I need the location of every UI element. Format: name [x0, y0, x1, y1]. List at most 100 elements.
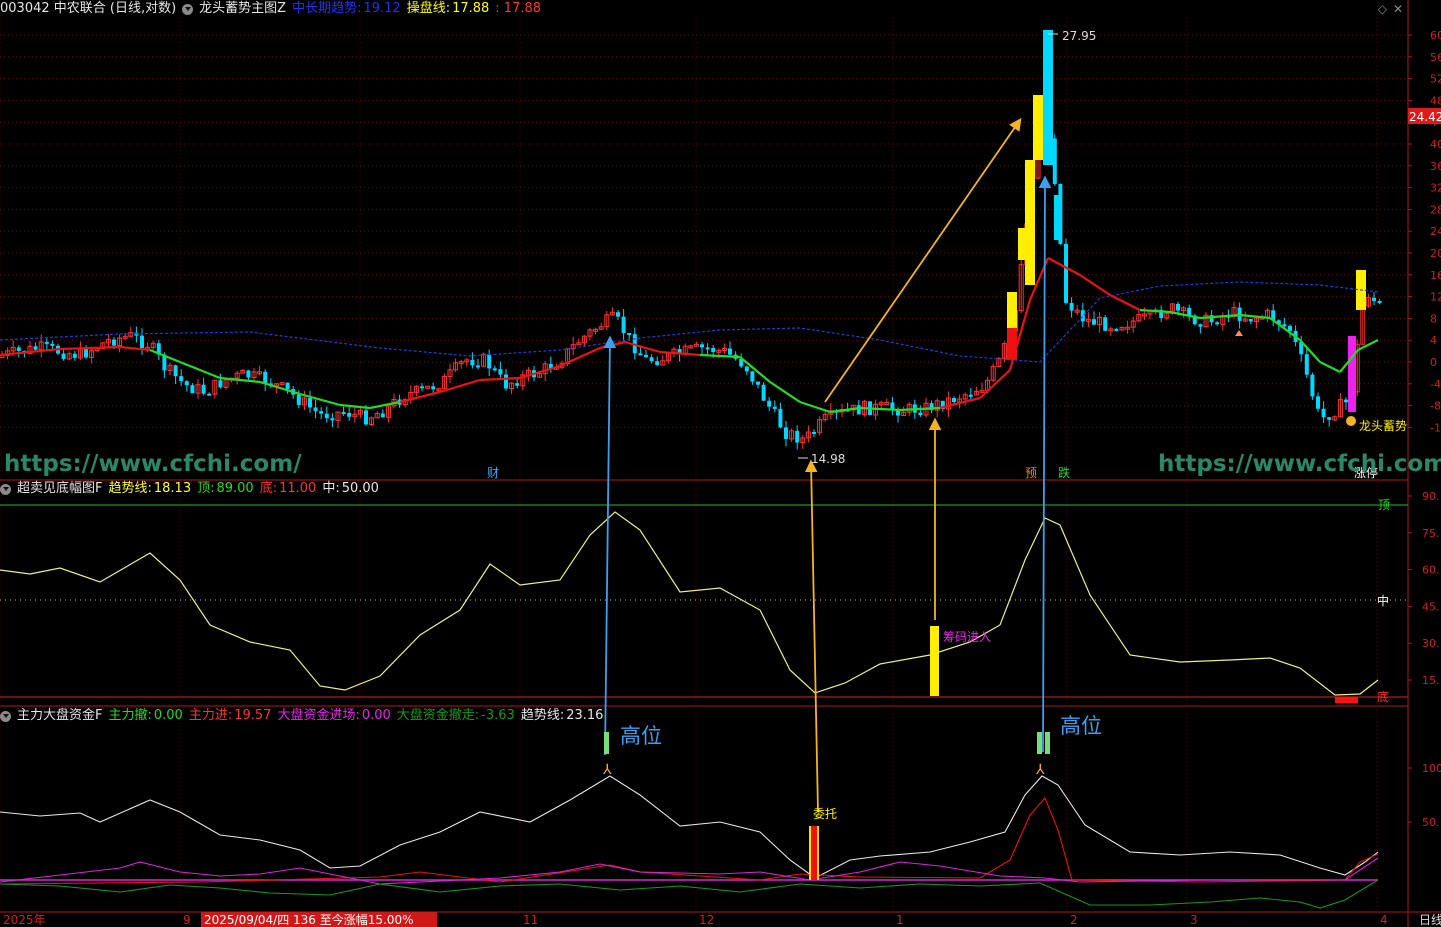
candle-body[interactable] [431, 386, 436, 390]
candle-body[interactable] [1080, 310, 1085, 322]
candle-body[interactable] [470, 359, 475, 366]
candle-body[interactable] [795, 430, 800, 443]
candle-body[interactable] [184, 381, 189, 386]
candle-body[interactable] [61, 353, 66, 359]
candle-body[interactable] [1198, 324, 1203, 327]
osc-name[interactable]: 超卖见底幅图F [17, 480, 102, 498]
candle-body[interactable] [341, 412, 346, 415]
candle-body[interactable] [44, 341, 49, 344]
candle-body[interactable] [498, 369, 503, 375]
candle-body[interactable] [1092, 319, 1096, 325]
candle-body[interactable] [476, 365, 480, 368]
candle-body[interactable] [515, 383, 520, 386]
candle-body[interactable] [918, 412, 923, 416]
candle-body[interactable] [750, 371, 755, 382]
candle-body[interactable] [330, 418, 335, 421]
candle-body[interactable] [627, 333, 632, 336]
candle-body[interactable] [504, 374, 508, 389]
candle-body[interactable] [33, 346, 38, 350]
candle-body[interactable] [319, 411, 324, 414]
candle-body[interactable] [112, 339, 116, 346]
candle-body[interactable] [756, 381, 760, 385]
candle-body[interactable] [313, 407, 318, 412]
candle-body[interactable] [487, 354, 492, 369]
candle-body[interactable] [744, 366, 749, 372]
candle-body[interactable] [201, 384, 206, 394]
candle-body[interactable] [1176, 303, 1180, 311]
weituo-bar[interactable] [811, 826, 817, 880]
magenta-bar[interactable] [1348, 336, 1356, 412]
candle-body[interactable] [784, 427, 788, 439]
candle-body[interactable] [1052, 138, 1057, 184]
candle-body[interactable] [296, 394, 301, 405]
candle-body[interactable] [285, 382, 290, 389]
candle-body[interactable] [1344, 399, 1348, 403]
candle-body[interactable] [761, 384, 766, 401]
candle-body[interactable] [1304, 354, 1309, 375]
candle-body[interactable] [649, 357, 654, 362]
candle-body[interactable] [173, 365, 178, 377]
candle-body[interactable] [492, 368, 497, 371]
chip-bar[interactable] [930, 626, 939, 696]
candle-body[interactable] [1215, 322, 1220, 325]
candle-body[interactable] [968, 394, 973, 397]
candle-body[interactable] [1248, 319, 1253, 322]
candle-body[interactable] [1316, 396, 1320, 409]
candle-body[interactable] [50, 343, 55, 346]
spike-candle[interactable] [1033, 95, 1043, 160]
candle-body[interactable] [179, 376, 184, 382]
candle-body[interactable] [728, 348, 732, 355]
candle-body[interactable] [324, 413, 329, 419]
candle-body[interactable] [263, 371, 268, 384]
candle-body[interactable] [1372, 297, 1376, 301]
spike-candle[interactable] [1025, 225, 1031, 265]
candle-body[interactable] [778, 408, 783, 428]
candle-body[interactable] [655, 361, 660, 366]
candle-body[interactable] [308, 397, 312, 408]
candle-body[interactable] [1327, 417, 1332, 420]
candle-body[interactable] [711, 347, 716, 353]
stock-title[interactable]: 003042 中农联合 (日线,对数) [0, 0, 176, 18]
candle-body[interactable] [1114, 328, 1119, 331]
candle-body[interactable] [1069, 302, 1074, 311]
dropdown-icon[interactable] [182, 3, 194, 15]
candle-body[interactable] [140, 335, 144, 348]
spike-candle[interactable] [1025, 160, 1035, 285]
candle-body[interactable] [1054, 195, 1060, 240]
candle-body[interactable] [638, 353, 643, 356]
candle-body[interactable] [1377, 300, 1382, 303]
candlesticks[interactable] [0, 30, 1382, 450]
candle-body[interactable] [700, 344, 704, 348]
candle-body[interactable] [347, 412, 352, 417]
candle-body[interactable] [1282, 324, 1287, 327]
candle-body[interactable] [616, 312, 620, 317]
candle-body[interactable] [856, 405, 861, 415]
candle-body[interactable] [1288, 325, 1292, 331]
spike-candle-lower[interactable] [1007, 328, 1017, 360]
fund-name[interactable]: 主力大盘资金F [17, 707, 102, 725]
candle-body[interactable] [207, 393, 212, 396]
candle-body[interactable] [246, 370, 251, 378]
candle-body[interactable] [767, 400, 772, 407]
settings-icon[interactable]: ◇ [1378, 2, 1393, 16]
candle-body[interactable] [364, 410, 368, 425]
candle-body[interactable] [772, 406, 777, 409]
main-indicator-name[interactable]: 龙头蓄势主图Z [199, 0, 286, 18]
candle-body[interactable] [72, 353, 77, 358]
spike-candle[interactable] [1043, 30, 1053, 165]
candle-body[interactable] [218, 380, 223, 388]
candle-body[interactable] [812, 431, 816, 434]
candle-body[interactable] [190, 385, 195, 394]
dropdown-icon[interactable] [0, 483, 11, 495]
candle-body[interactable] [1321, 408, 1326, 418]
close-icon[interactable]: ✕ [1393, 2, 1409, 16]
candle-body[interactable] [621, 316, 626, 334]
candle-body[interactable] [1103, 317, 1108, 331]
candle-body[interactable] [1310, 374, 1315, 397]
candle-body[interactable] [380, 413, 385, 418]
candle-body[interactable] [884, 401, 890, 405]
candle-body[interactable] [1187, 307, 1192, 316]
dropdown-icon[interactable] [0, 710, 11, 722]
candle-body[interactable] [644, 354, 648, 358]
candle-body[interactable] [705, 347, 710, 350]
